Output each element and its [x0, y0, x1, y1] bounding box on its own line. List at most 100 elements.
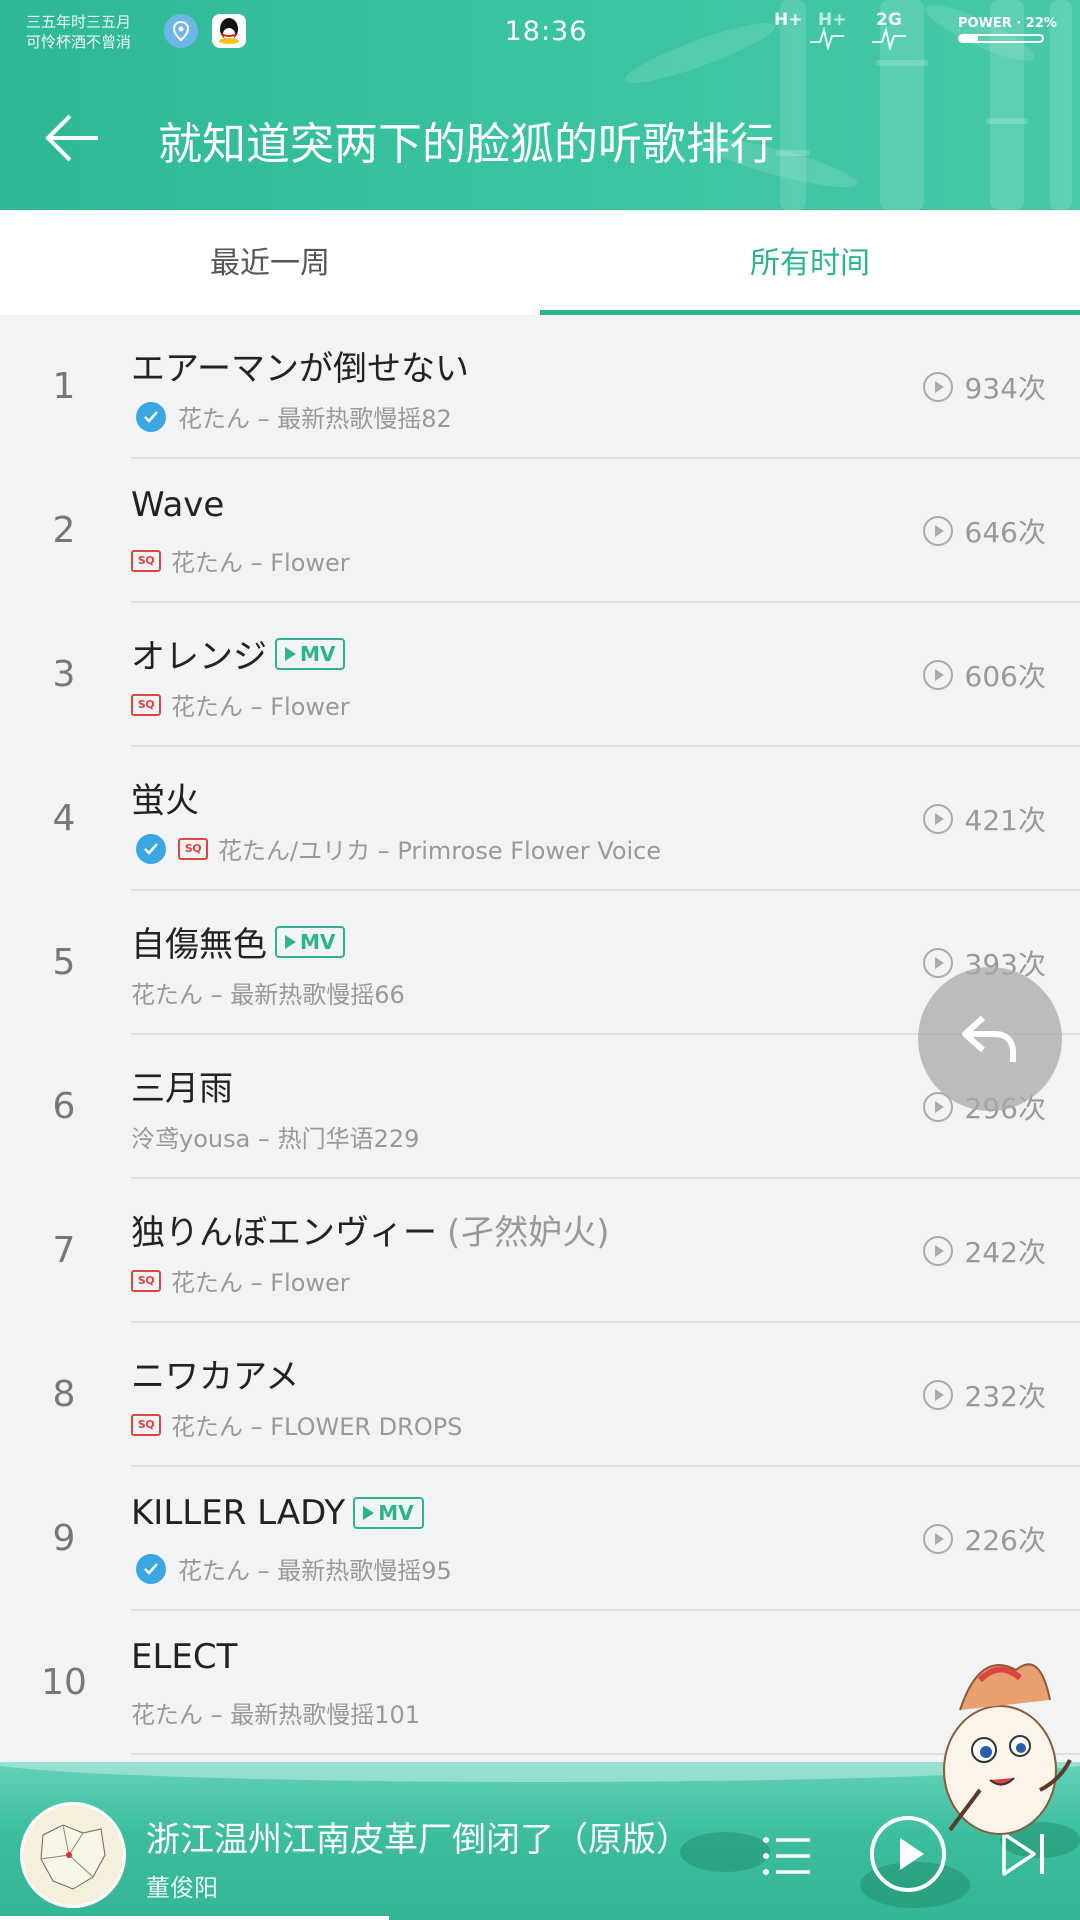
play-count-value: 232次 [964, 1380, 1046, 1413]
song-row[interactable]: 8 ニワカアメ SQ 花たん – FLOWER DROPS 232次 [0, 1323, 1080, 1467]
play-triangle-icon [285, 646, 296, 661]
downloaded-check-icon [136, 401, 166, 432]
song-meta: 花たん – 最新热歌慢摇66 [131, 975, 405, 1010]
play-count-icon [922, 1236, 953, 1266]
mv-badge[interactable]: MV [275, 637, 346, 670]
mv-badge[interactable]: MV [353, 1497, 424, 1529]
battery-icon [958, 34, 1044, 43]
song-meta: SQ 花たん – Flower [131, 543, 350, 578]
now-playing-artist: 董俊阳 [146, 1874, 218, 1902]
downloaded-check-icon [136, 833, 166, 864]
now-playing-title: 浙江温州江南皮革厂倒闭了（原版） [146, 1820, 690, 1860]
song-row[interactable]: 10 ELECT 花たん – 最新热歌慢摇101 次 [0, 1611, 1080, 1755]
play-count-icon [922, 660, 953, 690]
floating-back-button[interactable] [918, 967, 1062, 1111]
rank-number: 9 [52, 1518, 76, 1559]
downloaded-check-icon [136, 1553, 166, 1584]
song-title-line: Wave [131, 485, 224, 525]
back-button[interactable] [42, 108, 102, 168]
artist-album: 花たん – Flower [171, 1269, 350, 1297]
song-meta: 花たん – 最新热歌慢摇101 [131, 1695, 420, 1730]
play-count-value: 934次 [964, 372, 1046, 405]
mini-player[interactable]: 浙江温州江南皮革厂倒闭了（原版） 董俊阳 [0, 1762, 1080, 1920]
artist-album: 花たん/ユリカ – Primrose Flower Voice [218, 837, 662, 865]
rank-number: 8 [52, 1374, 76, 1415]
battery-label: POWER · 22% [958, 16, 1057, 31]
song-title-line: エアーマンが倒せない [131, 341, 469, 390]
song-row[interactable]: 6 三月雨 泠鸢yousa – 热门华语229 296次 [0, 1035, 1080, 1179]
rank-number: 10 [41, 1662, 87, 1703]
play-count-value: 646次 [964, 516, 1046, 549]
play-count-icon [922, 1380, 953, 1410]
play-count-icon [922, 948, 953, 978]
song-row[interactable]: 3 オレンジ MV SQ 花たん – Flower 606次 [0, 603, 1080, 747]
song-meta: SQ 花たん/ユリカ – Primrose Flower Voice [131, 831, 661, 866]
song-title: ELECT [131, 1637, 238, 1677]
artist-album: 花たん – Flower [171, 549, 350, 577]
song-title-line: 自傷無色 MV [131, 917, 346, 966]
tab-all-time[interactable]: 所有时间 [540, 210, 1080, 315]
song-meta: 花たん – 最新热歌慢摇82 [131, 399, 452, 434]
play-count: 934次 [922, 315, 1046, 459]
song-row[interactable]: 5 自傷無色 MV 花たん – 最新热歌慢摇66 393次 [0, 891, 1080, 1035]
song-title: 三月雨 [131, 1069, 233, 1109]
arrow-left-icon [45, 114, 98, 162]
song-meta: SQ 花たん – Flower [131, 687, 350, 722]
song-title: 独りんぼエンヴィー [131, 1213, 437, 1253]
song-title: KILLER LADY [131, 1493, 346, 1533]
tab-bar: 最近一周 所有时间 [0, 210, 1080, 315]
play-triangle-icon [363, 1506, 375, 1520]
rank-number: 6 [52, 1086, 76, 1127]
song-title: 蛍火 [131, 781, 199, 821]
sq-badge: SQ [131, 693, 161, 716]
song-row[interactable]: 1 エアーマンが倒せない 花たん – 最新热歌慢摇82 934次 [0, 315, 1080, 459]
mv-badge[interactable]: MV [275, 925, 346, 958]
song-row[interactable]: 9 KILLER LADY MV 花たん – 最新热歌慢摇95 226次 [0, 1467, 1080, 1611]
artist-album: 泠鸢yousa – 热门华语229 [131, 1125, 420, 1153]
rank-number: 3 [52, 654, 76, 695]
album-cover[interactable] [20, 1802, 126, 1908]
rank-number: 5 [52, 942, 76, 983]
sq-badge: SQ [131, 549, 161, 572]
mascot-illustration [943, 1663, 1072, 1835]
rank-number: 1 [52, 366, 76, 407]
play-count: 421次 [922, 747, 1046, 891]
artist-album: 花たん – 最新热歌慢摇66 [131, 981, 405, 1009]
status-bar: 三五年时三五月 可怜杯酒不曾消 18:36 H+ H+ 2G POWER · 2… [0, 0, 1080, 66]
tab-recent-week[interactable]: 最近一周 [0, 210, 540, 315]
artist-album: 花たん – 最新热歌慢摇82 [178, 405, 452, 433]
page-title: 就知道突两下的脸狐的听歌排行 [158, 119, 774, 170]
song-meta: 泠鸢yousa – 热门华语229 [131, 1119, 419, 1154]
play-count-icon [922, 1524, 953, 1554]
song-title: ニワカアメ [131, 1357, 300, 1397]
play-count-value: 226次 [964, 1524, 1046, 1557]
play-count: 606次 [922, 603, 1046, 747]
song-meta: SQ 花たん – FLOWER DROPS [131, 1407, 462, 1442]
rank-number: 4 [52, 798, 76, 839]
song-title: オレンジ [131, 637, 267, 677]
play-count: 242次 [922, 1179, 1046, 1323]
song-title-line: オレンジ MV [131, 629, 346, 678]
play-count-icon [922, 516, 953, 546]
artist-album: 花たん – FLOWER DROPS [171, 1413, 463, 1441]
play-count: 646次 [922, 459, 1046, 603]
header: 三五年时三五月 可怜杯酒不曾消 18:36 H+ H+ 2G POWER · 2… [0, 0, 1080, 210]
rank-number: 7 [52, 1230, 76, 1271]
artist-album: 花たん – 最新热歌慢摇95 [178, 1557, 452, 1585]
playback-progress[interactable] [0, 1916, 389, 1920]
song-title-line: KILLER LADY MV [131, 1493, 424, 1533]
song-title-line: 三月雨 [131, 1061, 233, 1110]
song-row[interactable]: 2 Wave SQ 花たん – Flower 646次 [0, 459, 1080, 603]
sq-badge: SQ [131, 1269, 161, 1292]
play-count-icon [922, 372, 953, 402]
song-row[interactable]: 7 独りんぼエンヴィー (孑然妒火) SQ 花たん – Flower 242次 [0, 1179, 1080, 1323]
playlist-button[interactable] [762, 1834, 812, 1882]
mv-label: MV [300, 929, 336, 954]
play-count-value: 421次 [964, 804, 1046, 837]
song-row[interactable]: 4 蛍火 SQ 花たん/ユリカ – Primrose Flower Voice … [0, 747, 1080, 891]
sq-badge: SQ [178, 837, 208, 860]
song-title: エアーマンが倒せない [131, 349, 469, 389]
play-triangle-icon [285, 934, 296, 949]
signal-icon [810, 26, 906, 50]
rank-number: 2 [52, 510, 76, 551]
